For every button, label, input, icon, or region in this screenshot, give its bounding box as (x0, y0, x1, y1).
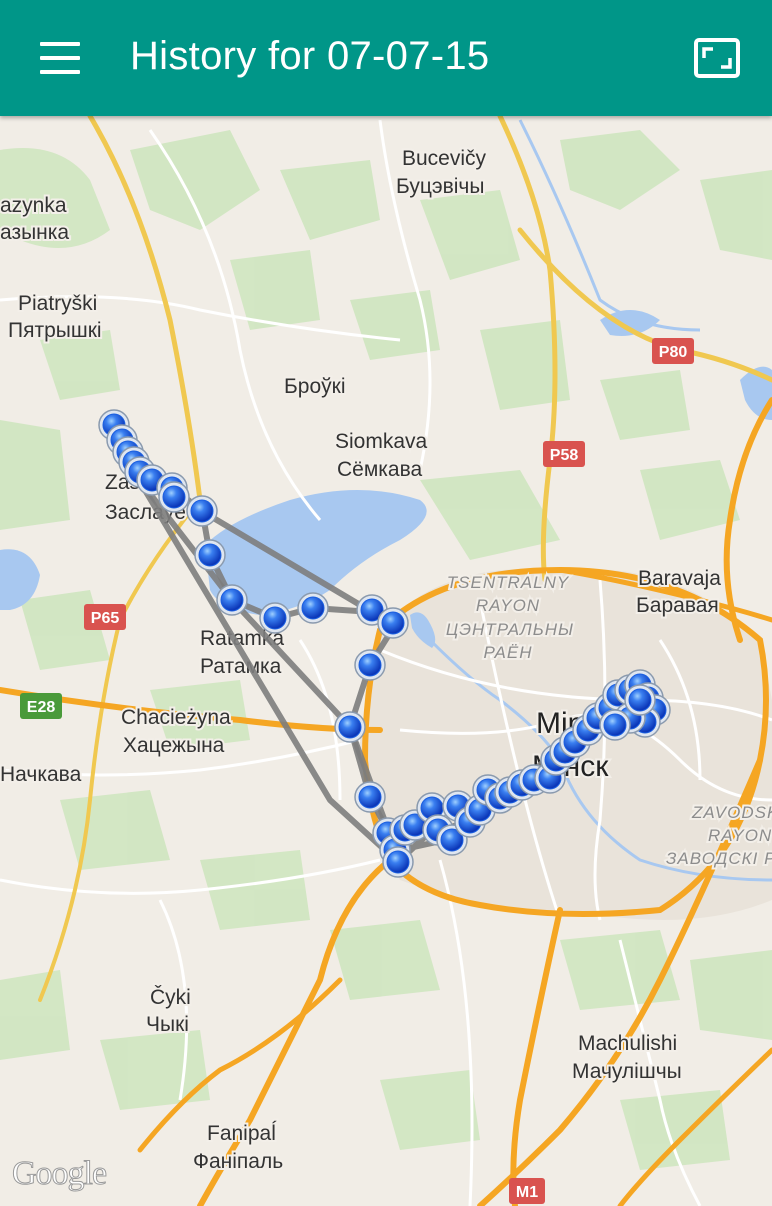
location-marker-icon[interactable] (624, 684, 656, 716)
location-marker-icon[interactable] (382, 846, 414, 878)
fullscreen-icon[interactable] (692, 34, 744, 82)
svg-text:M1: M1 (516, 1184, 538, 1201)
district-label: RAYON (708, 826, 772, 845)
location-marker-icon[interactable] (354, 649, 386, 681)
svg-text:P58: P58 (550, 447, 579, 464)
place-label: Мачулішчы (572, 1060, 682, 1083)
location-marker-icon[interactable] (259, 602, 291, 634)
road-shield: E28 (20, 693, 62, 719)
road-shield: P65 (84, 604, 126, 630)
location-marker-icon[interactable] (158, 481, 190, 513)
place-label: Chacieżyna (121, 706, 231, 729)
district-label: TSENTRALNY (447, 573, 570, 592)
district-label: РАЁН (484, 643, 533, 662)
location-marker-icon[interactable] (216, 584, 248, 616)
location-marker-icon[interactable] (186, 495, 218, 527)
place-label: Чыкі (146, 1013, 189, 1036)
place-label: Начкава (0, 763, 82, 786)
page-title: History for 07-07-15 (130, 34, 490, 78)
app-bar: History for 07-07-15 (0, 0, 772, 116)
location-marker-icon[interactable] (334, 711, 366, 743)
svg-text:P80: P80 (659, 344, 688, 361)
district-label: ЦЭНТРАЛЬНЫ (446, 620, 574, 639)
svg-text:E28: E28 (27, 699, 56, 716)
road-shield: P80 (652, 338, 694, 364)
district-label: ЗАВОДСКІ Р (666, 849, 772, 868)
place-label: Ратамка (200, 655, 282, 678)
place-label: Bucevičy (402, 147, 487, 170)
place-label: Сёмкава (337, 458, 423, 481)
location-marker-icon[interactable] (297, 592, 329, 624)
place-label: Броўкі (284, 375, 346, 398)
place-label: Siomkava (335, 430, 428, 453)
district-label: ZAVODSK (691, 803, 772, 822)
place-label: азынка (0, 221, 69, 244)
place-label: Пятрышкі (8, 319, 102, 342)
road-shield: P58 (543, 441, 585, 467)
place-label: Баравая (636, 594, 719, 617)
road-shield: M1 (509, 1178, 545, 1204)
place-label: Machulishi (578, 1032, 677, 1055)
location-marker-icon[interactable] (599, 709, 631, 741)
place-label: azynka (0, 194, 67, 217)
place-label: Piatryški (18, 292, 97, 315)
place-label: Фаніпаль (193, 1150, 283, 1173)
place-label: Хацежына (123, 734, 225, 757)
place-label: Baravaja (638, 567, 721, 590)
location-marker-icon[interactable] (194, 539, 226, 571)
place-label: Čyki (150, 986, 191, 1009)
location-marker-icon[interactable] (377, 607, 409, 639)
place-label: Fanipaĺ (207, 1121, 277, 1145)
google-attribution: Google (12, 1155, 106, 1192)
hamburger-menu-icon[interactable] (26, 30, 94, 86)
location-marker-icon[interactable] (354, 781, 386, 813)
svg-text:P65: P65 (91, 610, 120, 627)
map-view[interactable]: Bucevičy Буцэвічы azynka азынка Piatryšk… (0, 116, 772, 1206)
place-label: Буцэвічы (396, 175, 484, 198)
district-label: RAYON (476, 596, 540, 615)
